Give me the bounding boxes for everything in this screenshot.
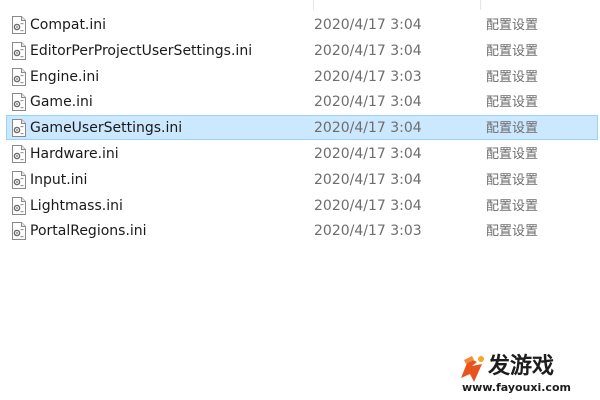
file-modified-date: 2020/4/17 3:04 <box>314 94 422 110</box>
file-type: 配置设置 <box>486 121 539 136</box>
file-row[interactable]: GameUserSettings.ini 2020/4/17 3:04 配置设置 <box>6 115 598 140</box>
file-modified-date: 2020/4/17 3:04 <box>314 43 422 59</box>
file-row[interactable]: Compat.ini 2020/4/17 3:04 配置设置 <box>6 12 598 37</box>
file-modified-date: 2020/4/17 3:04 <box>314 17 422 33</box>
file-row[interactable]: Input.ini 2020/4/17 3:04 配置设置 <box>6 167 598 192</box>
watermark-url: www.fayouxi.com <box>462 381 571 394</box>
file-name: Engine.ini <box>30 69 100 85</box>
column-divider <box>480 0 481 10</box>
file-row[interactable]: PortalRegions.ini 2020/4/17 3:03 配置设置 <box>6 218 598 243</box>
file-row[interactable]: Game.ini 2020/4/17 3:04 配置设置 <box>6 89 598 114</box>
file-name: GameUserSettings.ini <box>30 120 183 136</box>
file-row[interactable]: EditorPerProjectUserSettings.ini 2020/4/1… <box>6 38 598 63</box>
file-name: EditorPerProjectUserSettings.ini <box>30 43 253 59</box>
file-type: 配置设置 <box>486 70 539 85</box>
config-file-icon <box>12 171 26 189</box>
watermark-title: 发游戏 <box>488 354 555 379</box>
file-row[interactable]: Lightmass.ini 2020/4/17 3:04 配置设置 <box>6 193 598 218</box>
file-type: 配置设置 <box>486 18 539 33</box>
file-modified-date: 2020/4/17 3:04 <box>314 146 422 162</box>
file-type: 配置设置 <box>486 224 539 239</box>
file-type: 配置设置 <box>486 147 539 162</box>
config-file-icon <box>12 42 26 60</box>
file-list: Compat.ini 2020/4/17 3:04 配置设置 EditorPerPro… <box>0 0 600 260</box>
file-type: 配置设置 <box>486 95 539 110</box>
file-modified-date: 2020/4/17 3:04 <box>314 120 422 136</box>
file-name: Hardware.ini <box>30 146 119 162</box>
file-name: Lightmass.ini <box>30 198 123 214</box>
file-modified-date: 2020/4/17 3:04 <box>314 172 422 188</box>
file-name: Game.ini <box>30 94 93 110</box>
file-name: Compat.ini <box>30 17 107 33</box>
config-file-icon <box>12 119 26 137</box>
file-row[interactable]: Hardware.ini 2020/4/17 3:04 配置设置 <box>6 141 598 166</box>
file-type: 配置设置 <box>486 44 539 59</box>
fayouxi-logo <box>461 356 484 382</box>
file-modified-date: 2020/4/17 3:03 <box>314 223 422 239</box>
file-modified-date: 2020/4/17 3:03 <box>314 69 422 85</box>
file-name: PortalRegions.ini <box>30 223 147 239</box>
config-file-icon <box>12 145 26 163</box>
config-file-icon <box>12 16 26 34</box>
file-type: 配置设置 <box>486 199 539 214</box>
watermark: 发游戏 www.fayouxi.com <box>458 352 598 398</box>
column-divider <box>313 0 314 10</box>
config-file-icon <box>12 68 26 86</box>
file-row[interactable]: Engine.ini 2020/4/17 3:03 配置设置 <box>6 64 598 89</box>
file-modified-date: 2020/4/17 3:04 <box>314 198 422 214</box>
config-file-icon <box>12 93 26 111</box>
file-name: Input.ini <box>30 172 88 188</box>
config-file-icon <box>12 197 26 215</box>
config-file-icon <box>12 222 26 240</box>
file-type: 配置设置 <box>486 173 539 188</box>
